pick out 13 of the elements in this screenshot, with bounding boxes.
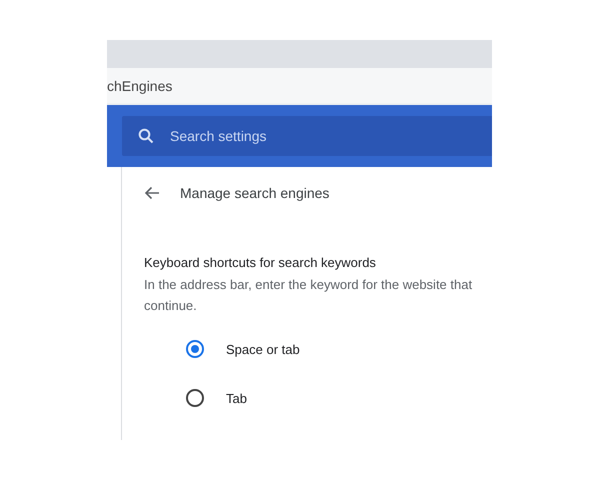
option-label: Space or tab — [226, 342, 300, 356]
address-text: chEngines — [107, 78, 172, 94]
address-bar[interactable]: chEngines — [107, 68, 492, 105]
section-heading: Keyboard shortcuts for search keywords — [144, 255, 377, 270]
search-field[interactable]: Search settings — [122, 116, 492, 156]
option-label: Tab — [226, 390, 247, 406]
section-description: continue. — [144, 297, 198, 315]
radio-button[interactable] — [186, 340, 204, 358]
search-icon — [138, 128, 154, 144]
radio-button[interactable] — [186, 389, 204, 407]
page-title: Manage search engines — [180, 185, 330, 201]
section-description: In the address bar, enter the keyword for the website that — [144, 276, 474, 294]
back-button[interactable] — [144, 186, 160, 200]
